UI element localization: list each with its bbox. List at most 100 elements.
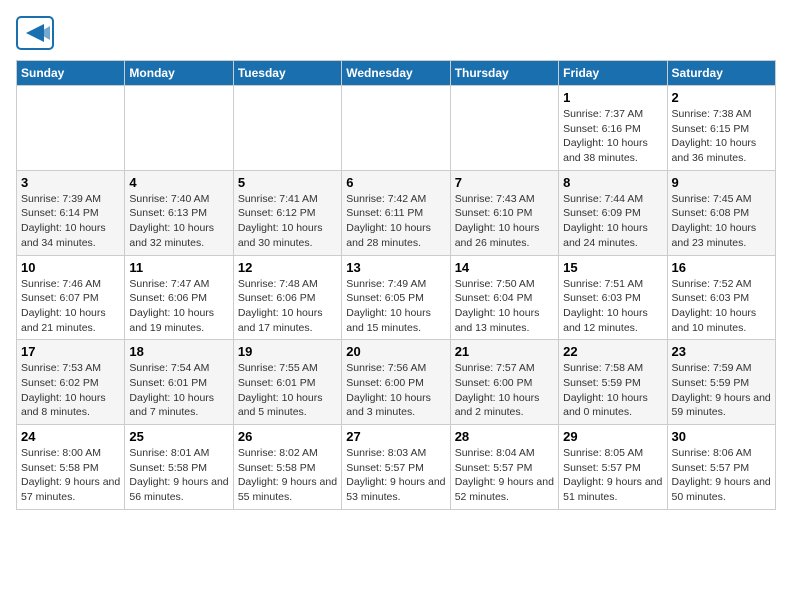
day-number: 23 [672, 344, 771, 359]
day-number: 3 [21, 175, 120, 190]
calendar-week-row: 17 Sunrise: 7:53 AM Sunset: 6:02 PM Dayli… [17, 340, 776, 425]
calendar-cell: 22 Sunrise: 7:58 AM Sunset: 5:59 PM Dayli… [559, 340, 667, 425]
calendar-cell: 26 Sunrise: 8:02 AM Sunset: 5:58 PM Dayli… [233, 425, 341, 510]
day-number: 26 [238, 429, 337, 444]
day-info: Sunrise: 7:44 AM Sunset: 6:09 PM Dayligh… [563, 192, 662, 251]
calendar-cell [125, 86, 233, 171]
calendar-week-row: 3 Sunrise: 7:39 AM Sunset: 6:14 PM Daylig… [17, 170, 776, 255]
calendar-week-row: 24 Sunrise: 8:00 AM Sunset: 5:58 PM Dayli… [17, 425, 776, 510]
day-number: 8 [563, 175, 662, 190]
day-info: Sunrise: 7:52 AM Sunset: 6:03 PM Dayligh… [672, 277, 771, 336]
calendar-header: SundayMondayTuesdayWednesdayThursdayFrid… [17, 61, 776, 86]
logo [16, 16, 56, 50]
day-info: Sunrise: 7:47 AM Sunset: 6:06 PM Dayligh… [129, 277, 228, 336]
day-number: 9 [672, 175, 771, 190]
day-number: 17 [21, 344, 120, 359]
day-info: Sunrise: 8:01 AM Sunset: 5:58 PM Dayligh… [129, 446, 228, 505]
calendar-cell: 23 Sunrise: 7:59 AM Sunset: 5:59 PM Dayli… [667, 340, 775, 425]
calendar-cell: 15 Sunrise: 7:51 AM Sunset: 6:03 PM Dayli… [559, 255, 667, 340]
calendar-cell: 5Sunrise: 7:41 AM Sunset: 6:12 PM Daylig… [233, 170, 341, 255]
calendar-cell: 24 Sunrise: 8:00 AM Sunset: 5:58 PM Dayli… [17, 425, 125, 510]
weekday-header: Tuesday [233, 61, 341, 86]
day-info: Sunrise: 7:56 AM Sunset: 6:00 PM Dayligh… [346, 361, 445, 420]
calendar-cell: 25 Sunrise: 8:01 AM Sunset: 5:58 PM Dayli… [125, 425, 233, 510]
calendar-week-row: 10 Sunrise: 7:46 AM Sunset: 6:07 PM Dayli… [17, 255, 776, 340]
weekday-header: Monday [125, 61, 233, 86]
calendar-cell: 17 Sunrise: 7:53 AM Sunset: 6:02 PM Dayli… [17, 340, 125, 425]
day-info: Sunrise: 7:37 AM Sunset: 6:16 PM Dayligh… [563, 107, 662, 166]
day-info: Sunrise: 7:59 AM Sunset: 5:59 PM Dayligh… [672, 361, 771, 420]
day-info: Sunrise: 7:58 AM Sunset: 5:59 PM Dayligh… [563, 361, 662, 420]
day-info: Sunrise: 7:48 AM Sunset: 6:06 PM Dayligh… [238, 277, 337, 336]
day-number: 12 [238, 260, 337, 275]
day-number: 11 [129, 260, 228, 275]
calendar-cell: 3 Sunrise: 7:39 AM Sunset: 6:14 PM Daylig… [17, 170, 125, 255]
day-number: 29 [563, 429, 662, 444]
day-info: Sunrise: 7:57 AM Sunset: 6:00 PM Dayligh… [455, 361, 554, 420]
day-number: 24 [21, 429, 120, 444]
day-number: 15 [563, 260, 662, 275]
day-number: 13 [346, 260, 445, 275]
day-info: Sunrise: 7:46 AM Sunset: 6:07 PM Dayligh… [21, 277, 120, 336]
calendar-cell: 16 Sunrise: 7:52 AM Sunset: 6:03 PM Dayli… [667, 255, 775, 340]
day-info: Sunrise: 7:43 AM Sunset: 6:10 PM Dayligh… [455, 192, 554, 251]
day-number: 5 [238, 175, 337, 190]
calendar-cell [342, 86, 450, 171]
day-number: 20 [346, 344, 445, 359]
calendar-cell: 20 Sunrise: 7:56 AM Sunset: 6:00 PM Dayli… [342, 340, 450, 425]
day-info: Sunrise: 8:06 AM Sunset: 5:57 PM Dayligh… [672, 446, 771, 505]
day-info: Sunrise: 8:04 AM Sunset: 5:57 PM Dayligh… [455, 446, 554, 505]
day-number: 21 [455, 344, 554, 359]
logo-icon [16, 16, 54, 50]
calendar-cell: 18 Sunrise: 7:54 AM Sunset: 6:01 PM Dayli… [125, 340, 233, 425]
day-number: 16 [672, 260, 771, 275]
weekday-header: Saturday [667, 61, 775, 86]
calendar-body: 1 Sunrise: 7:37 AM Sunset: 6:16 PM Daylig… [17, 86, 776, 510]
day-number: 18 [129, 344, 228, 359]
day-number: 2 [672, 90, 771, 105]
day-number: 25 [129, 429, 228, 444]
day-info: Sunrise: 7:39 AM Sunset: 6:14 PM Dayligh… [21, 192, 120, 251]
day-info: Sunrise: 7:50 AM Sunset: 6:04 PM Dayligh… [455, 277, 554, 336]
day-info: Sunrise: 8:00 AM Sunset: 5:58 PM Dayligh… [21, 446, 120, 505]
calendar-cell: 12 Sunrise: 7:48 AM Sunset: 6:06 PM Dayli… [233, 255, 341, 340]
calendar-cell: 7 Sunrise: 7:43 AM Sunset: 6:10 PM Daylig… [450, 170, 558, 255]
calendar-cell: 19Sunrise: 7:55 AM Sunset: 6:01 PM Dayli… [233, 340, 341, 425]
calendar-cell: 29 Sunrise: 8:05 AM Sunset: 5:57 PM Dayli… [559, 425, 667, 510]
day-number: 27 [346, 429, 445, 444]
day-number: 7 [455, 175, 554, 190]
calendar-cell [450, 86, 558, 171]
day-info: Sunrise: 8:05 AM Sunset: 5:57 PM Dayligh… [563, 446, 662, 505]
calendar-cell: 6Sunrise: 7:42 AM Sunset: 6:11 PM Daylig… [342, 170, 450, 255]
day-info: Sunrise: 8:03 AM Sunset: 5:57 PM Dayligh… [346, 446, 445, 505]
calendar-cell: 30 Sunrise: 8:06 AM Sunset: 5:57 PM Dayli… [667, 425, 775, 510]
day-info: Sunrise: 7:49 AM Sunset: 6:05 PM Dayligh… [346, 277, 445, 336]
day-info: Sunrise: 7:54 AM Sunset: 6:01 PM Dayligh… [129, 361, 228, 420]
calendar-week-row: 1 Sunrise: 7:37 AM Sunset: 6:16 PM Daylig… [17, 86, 776, 171]
day-info: Sunrise: 7:53 AM Sunset: 6:02 PM Dayligh… [21, 361, 120, 420]
calendar-cell: 28 Sunrise: 8:04 AM Sunset: 5:57 PM Dayli… [450, 425, 558, 510]
calendar-cell [17, 86, 125, 171]
calendar-cell: 9Sunrise: 7:45 AM Sunset: 6:08 PM Daylig… [667, 170, 775, 255]
calendar-table: SundayMondayTuesdayWednesdayThursdayFrid… [16, 60, 776, 510]
day-number: 14 [455, 260, 554, 275]
day-number: 28 [455, 429, 554, 444]
calendar-cell: 21 Sunrise: 7:57 AM Sunset: 6:00 PM Dayli… [450, 340, 558, 425]
day-number: 19 [238, 344, 337, 359]
calendar-cell: 11 Sunrise: 7:47 AM Sunset: 6:06 PM Dayli… [125, 255, 233, 340]
calendar-cell: 4 Sunrise: 7:40 AM Sunset: 6:13 PM Daylig… [125, 170, 233, 255]
weekday-header: Thursday [450, 61, 558, 86]
page-header [16, 16, 776, 50]
calendar-cell: 13 Sunrise: 7:49 AM Sunset: 6:05 PM Dayli… [342, 255, 450, 340]
day-number: 4 [129, 175, 228, 190]
day-info: Sunrise: 7:40 AM Sunset: 6:13 PM Dayligh… [129, 192, 228, 251]
calendar-cell: 2Sunrise: 7:38 AM Sunset: 6:15 PM Daylig… [667, 86, 775, 171]
weekday-header: Friday [559, 61, 667, 86]
day-info: Sunrise: 8:02 AM Sunset: 5:58 PM Dayligh… [238, 446, 337, 505]
day-info: Sunrise: 7:51 AM Sunset: 6:03 PM Dayligh… [563, 277, 662, 336]
day-info: Sunrise: 7:42 AM Sunset: 6:11 PM Dayligh… [346, 192, 445, 251]
day-number: 22 [563, 344, 662, 359]
day-number: 30 [672, 429, 771, 444]
day-number: 1 [563, 90, 662, 105]
day-number: 10 [21, 260, 120, 275]
